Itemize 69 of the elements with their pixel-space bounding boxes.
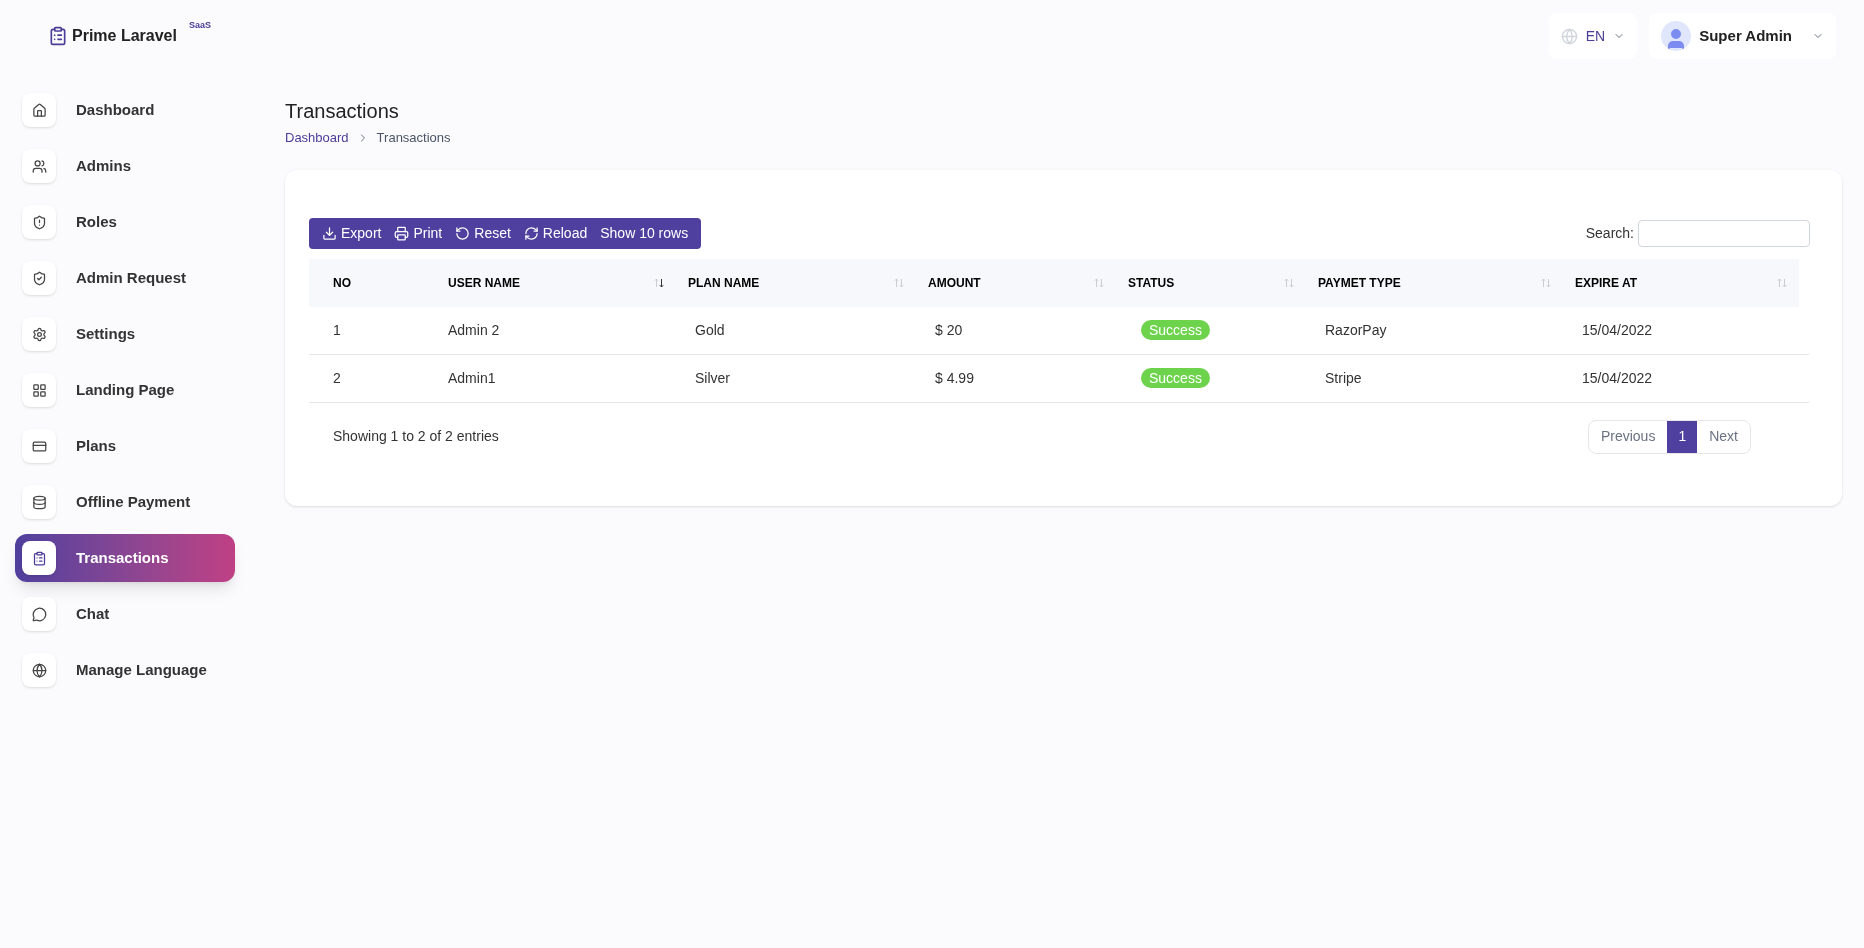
- brand-name: Prime Laravel: [72, 26, 177, 46]
- reload-button[interactable]: Reload: [518, 222, 593, 244]
- reset-button[interactable]: Reset: [450, 222, 516, 244]
- refresh-icon: [523, 225, 539, 241]
- table-cell: Admin 2: [448, 321, 500, 338]
- sidebar-item[interactable]: Manage Language: [15, 646, 235, 694]
- status-badge: Success: [1141, 319, 1210, 340]
- sidebar-item[interactable]: Offline Payment: [15, 478, 235, 526]
- table-cell: $ 20: [935, 321, 963, 338]
- table-cell: RazorPay: [1325, 321, 1387, 338]
- sidebar-item[interactable]: Roles: [15, 198, 235, 246]
- column-header[interactable]: STATUS: [1116, 273, 1306, 292]
- sidebar-item[interactable]: Plans: [15, 422, 235, 470]
- card-icon: [31, 438, 47, 454]
- sidebar-item[interactable]: Dashboard: [15, 86, 235, 134]
- column-header[interactable]: USER NAME: [436, 273, 676, 292]
- table-cell: Gold: [695, 321, 725, 338]
- download-icon: [322, 225, 337, 241]
- export-button[interactable]: Export: [317, 222, 387, 244]
- sidebar-item[interactable]: Admins: [15, 142, 235, 190]
- table-cell: Silver: [695, 369, 730, 386]
- column-header: NO: [332, 274, 352, 292]
- sidebar-item[interactable]: Settings: [15, 310, 235, 358]
- undo-icon: [455, 225, 471, 241]
- settings-icon: [31, 326, 47, 342]
- logo-icon: [48, 26, 68, 46]
- users-icon: [31, 158, 47, 174]
- globe-icon: [31, 662, 47, 678]
- table-cell: 2: [333, 369, 341, 386]
- sidebar-item[interactable]: Chat: [15, 590, 235, 638]
- status-badge: Success: [1141, 367, 1210, 388]
- sidebar-item[interactable]: Admin Request: [15, 254, 235, 302]
- column-header[interactable]: PLAN NAME: [676, 273, 916, 292]
- home-icon: [31, 102, 47, 118]
- previous-button[interactable]: Previous: [1588, 420, 1668, 453]
- page-button[interactable]: 1: [1667, 420, 1698, 453]
- chat-icon: [31, 606, 47, 622]
- sort-arrows-icon[interactable]: [654, 277, 664, 288]
- column-header[interactable]: PAYMET TYPE: [1306, 273, 1563, 292]
- plain-button[interactable]: Show 10 rows: [595, 222, 694, 244]
- search-field[interactable]: [1638, 219, 1810, 247]
- clipboard-icon: [31, 550, 47, 566]
- coins-icon: [31, 494, 47, 510]
- sidebar-item[interactable]: Transactions: [15, 534, 235, 582]
- breadcrumb-link[interactable]: Dashboard: [285, 128, 349, 148]
- globe-icon: [1560, 27, 1578, 45]
- table-cell: $ 4.99: [935, 369, 974, 386]
- brand-tag-text: SaaS: [188, 20, 211, 30]
- page-title: Transactions: [285, 99, 400, 124]
- avatar-icon: [1661, 21, 1692, 51]
- print-button[interactable]: Print: [389, 222, 448, 244]
- table-cell: 15/04/2022: [1582, 321, 1653, 338]
- printer-icon: [394, 225, 410, 241]
- user-menu[interactable]: Super Admin: [1649, 13, 1836, 59]
- language-selector[interactable]: EN: [1548, 13, 1638, 59]
- table-cell: Admin1: [448, 369, 496, 386]
- grid-icon: [31, 382, 47, 398]
- table-cell: Stripe: [1325, 369, 1362, 386]
- table-cell: 15/04/2022: [1582, 369, 1653, 386]
- search-label: Search:: [1585, 223, 1634, 243]
- next-button[interactable]: Next: [1697, 420, 1750, 453]
- table-cell: 1: [333, 321, 341, 338]
- entries-info: Showing 1 to 2 of 2 entries: [333, 427, 499, 446]
- breadcrumb-current: Transactions: [376, 129, 451, 147]
- column-header[interactable]: AMOUNT: [916, 273, 1116, 292]
- shield-icon: [31, 214, 47, 230]
- column-header[interactable]: EXPIRE AT: [1563, 273, 1799, 292]
- sidebar-item[interactable]: Landing Page: [15, 366, 235, 414]
- shield-check-icon: [31, 270, 47, 286]
